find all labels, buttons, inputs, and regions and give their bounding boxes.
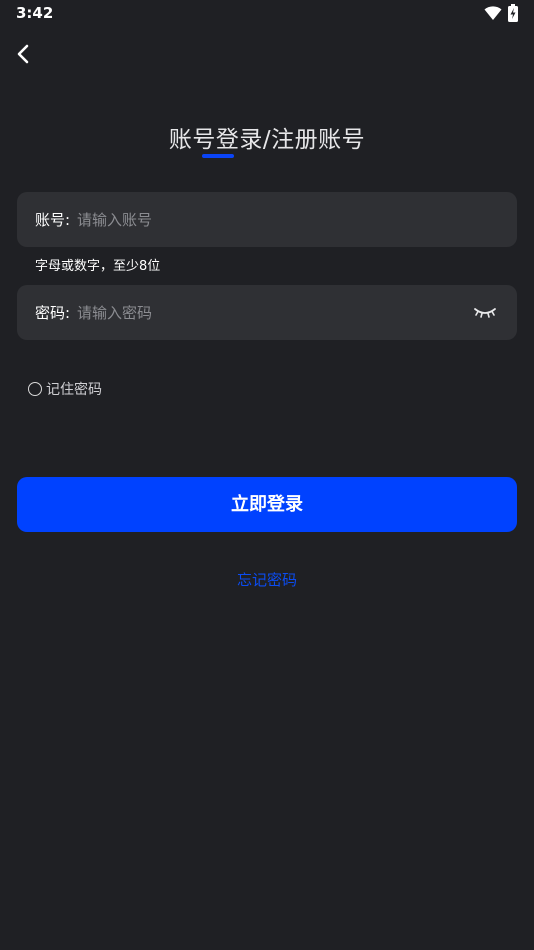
remember-password-toggle[interactable]: 记住密码 [28, 379, 102, 399]
password-field[interactable]: 密码: [17, 285, 517, 340]
radio-unchecked-icon[interactable] [28, 382, 42, 396]
title-underline [202, 154, 234, 158]
back-button[interactable] [10, 40, 38, 68]
wifi-icon [484, 6, 502, 20]
status-time: 3:42 [16, 4, 54, 22]
account-label: 账号: [35, 211, 71, 229]
eye-closed-icon[interactable] [473, 303, 497, 321]
status-bar: 3:42 [0, 0, 534, 28]
account-input[interactable] [77, 206, 457, 234]
account-hint: 字母或数字，至少8位 [35, 259, 161, 274]
battery-charging-icon [508, 4, 518, 22]
login-screen: 3:42 账号登录/注册账号 账号: 字母或数字，至少8位 密码: 记住密码 立… [0, 0, 534, 950]
password-input[interactable] [77, 299, 457, 327]
forgot-password-link[interactable]: 忘记密码 [0, 569, 534, 590]
password-label: 密码: [35, 304, 71, 322]
page-title: 账号登录/注册账号 [168, 127, 366, 153]
chevron-left-icon [17, 44, 29, 64]
remember-password-label: 记住密码 [46, 382, 102, 398]
login-button[interactable]: 立即登录 [17, 477, 517, 532]
account-field[interactable]: 账号: [17, 192, 517, 247]
